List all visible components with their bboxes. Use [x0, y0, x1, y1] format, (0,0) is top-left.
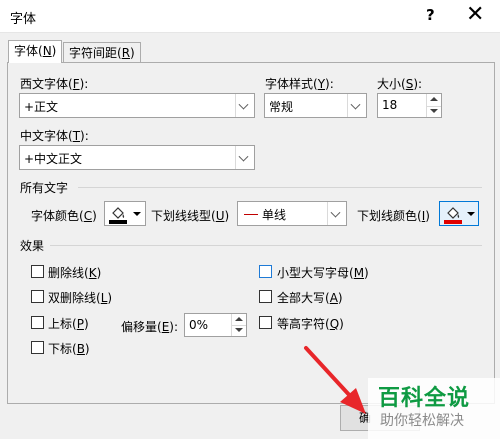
- tab-font-tail: ): [51, 44, 57, 58]
- tab-font[interactable]: 字体(N): [8, 40, 63, 63]
- tab-font-label: 字体(: [14, 44, 43, 58]
- red-arrow-annotation: [304, 346, 366, 414]
- watermark-title: 百科全说: [378, 386, 471, 411]
- watermark-subtitle: 助你轻松解决: [380, 413, 464, 429]
- tab-font-key: N: [42, 44, 52, 58]
